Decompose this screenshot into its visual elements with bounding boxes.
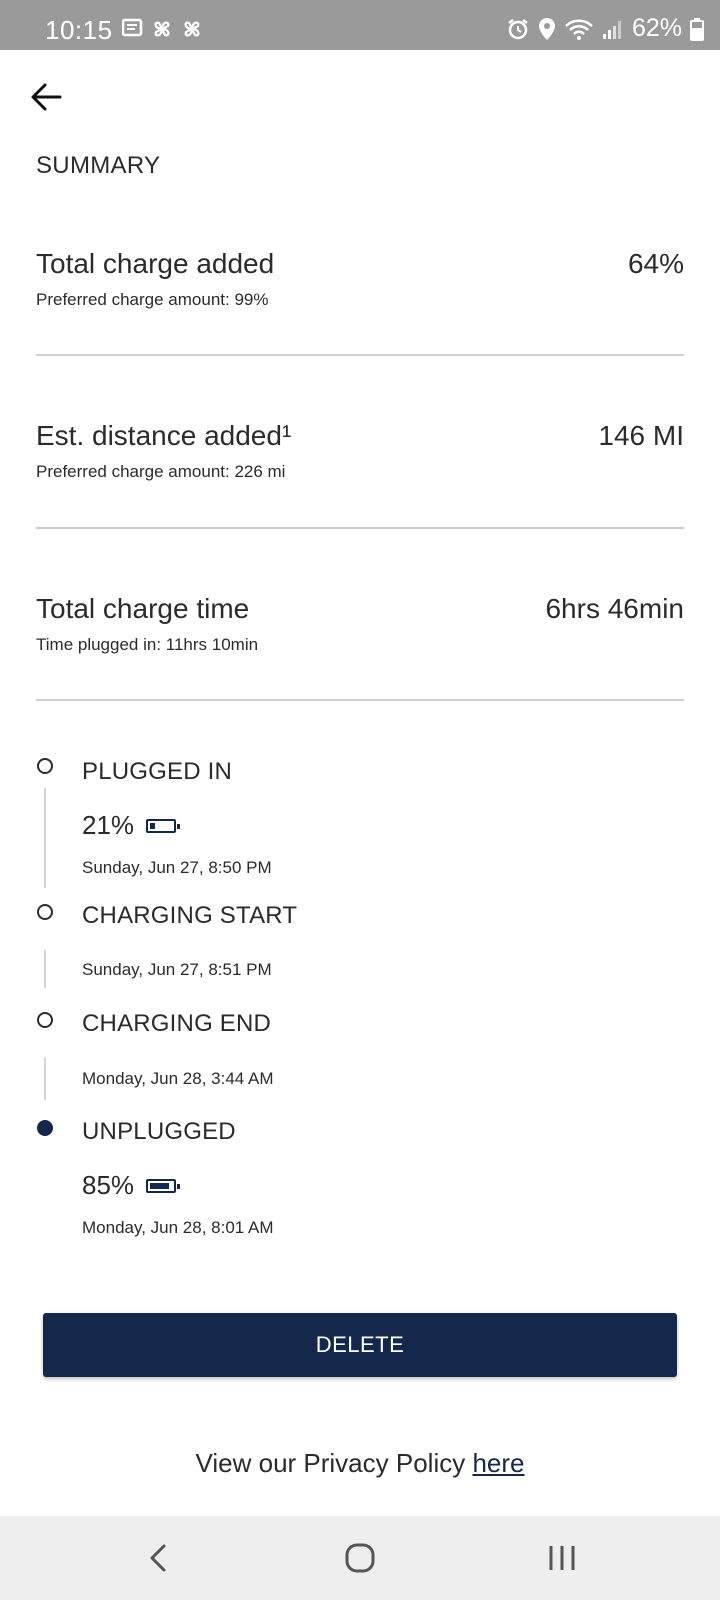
battery-icon [690, 17, 704, 41]
page-title: SUMMARY [36, 152, 161, 179]
summary-row-charge-time: Total charge time 6hrs 46min Time plugge… [36, 593, 684, 663]
nav-back-icon [150, 1544, 166, 1572]
signal-icon [602, 20, 621, 39]
timeline-percent: 85% [82, 1170, 135, 1200]
nav-home-icon [345, 1543, 375, 1573]
divider [36, 699, 684, 701]
status-time: 10:15 [45, 15, 113, 45]
delete-button[interactable]: DELETE [43, 1313, 677, 1377]
privacy-policy-text: View our Privacy Policy here [0, 1448, 720, 1479]
pinwheel-icon [154, 21, 170, 37]
summary-subtext: Preferred charge amount: 99% [36, 290, 269, 309]
alarm-icon [508, 18, 528, 39]
timeline-percent: 21% [82, 810, 135, 840]
timeline-date: Sunday, Jun 27, 8:50 PM [82, 858, 272, 877]
divider [36, 354, 684, 356]
location-icon [538, 17, 555, 40]
timeline-battery-level: 85% [82, 1170, 181, 1201]
timeline-title: UNPLUGGED [82, 1118, 236, 1145]
nav-recents-button[interactable] [542, 1538, 582, 1578]
back-arrow-icon [31, 83, 62, 111]
summary-row-distance-added: Est. distance added¹ 146 MI Preferred ch… [36, 420, 684, 490]
timeline-connector [44, 788, 46, 888]
summary-label: Total charge time [36, 593, 250, 624]
privacy-policy-link[interactable]: here [472, 1448, 524, 1478]
summary-row-charge-added: Total charge added 64% Preferred charge … [36, 248, 684, 318]
nav-home-button[interactable] [340, 1538, 380, 1578]
battery-full-icon [146, 1178, 181, 1193]
timeline-connector [44, 1058, 46, 1100]
divider [36, 527, 684, 529]
status-system-icons: 62% [506, 14, 704, 43]
message-icon [122, 18, 143, 37]
nav-recents-icon [549, 1546, 575, 1570]
summary-value: 64% [627, 248, 684, 279]
battery-fill [150, 822, 156, 829]
privacy-text: View our Privacy Policy [195, 1448, 473, 1478]
summary-label: Total charge added [36, 248, 275, 279]
back-button[interactable] [30, 82, 70, 118]
summary-subtext: Time plugged in: 11hrs 10min [36, 635, 259, 654]
summary-value: 6hrs 46min [545, 593, 684, 624]
timeline-title: CHARGING END [82, 1010, 272, 1037]
timeline-dot [37, 1012, 53, 1028]
system-nav-bar [0, 1516, 720, 1600]
timeline-dot [37, 904, 53, 920]
timeline-connector [44, 950, 46, 988]
timeline-dot-filled [37, 1120, 53, 1136]
battery-low-icon [146, 818, 181, 833]
timeline-title: CHARGING START [82, 902, 298, 929]
summary-value: 146 MI [598, 420, 684, 451]
timeline-battery-level: 21% [82, 810, 181, 841]
battery-fill [150, 1182, 170, 1189]
status-bar: 10:15 62% [0, 0, 720, 50]
status-notification-icons [122, 18, 204, 40]
timeline-date: Sunday, Jun 27, 8:51 PM [82, 960, 272, 979]
pinwheel-icon [184, 21, 200, 37]
wifi-icon [565, 19, 593, 40]
summary-subtext: Preferred charge amount: 226 mi [36, 462, 286, 481]
status-battery-percent: 62% [631, 14, 682, 42]
timeline-title: PLUGGED IN [82, 758, 233, 785]
summary-label: Est. distance added¹ [36, 420, 292, 451]
timeline-dot [37, 758, 53, 774]
timeline-date: Monday, Jun 28, 8:01 AM [82, 1218, 274, 1237]
timeline-date: Monday, Jun 28, 3:44 AM [82, 1069, 274, 1088]
nav-back-button[interactable] [140, 1538, 180, 1578]
charge-timeline: PLUGGED IN 21% Sunday, Jun 27, 8:50 PM C… [0, 740, 720, 1260]
